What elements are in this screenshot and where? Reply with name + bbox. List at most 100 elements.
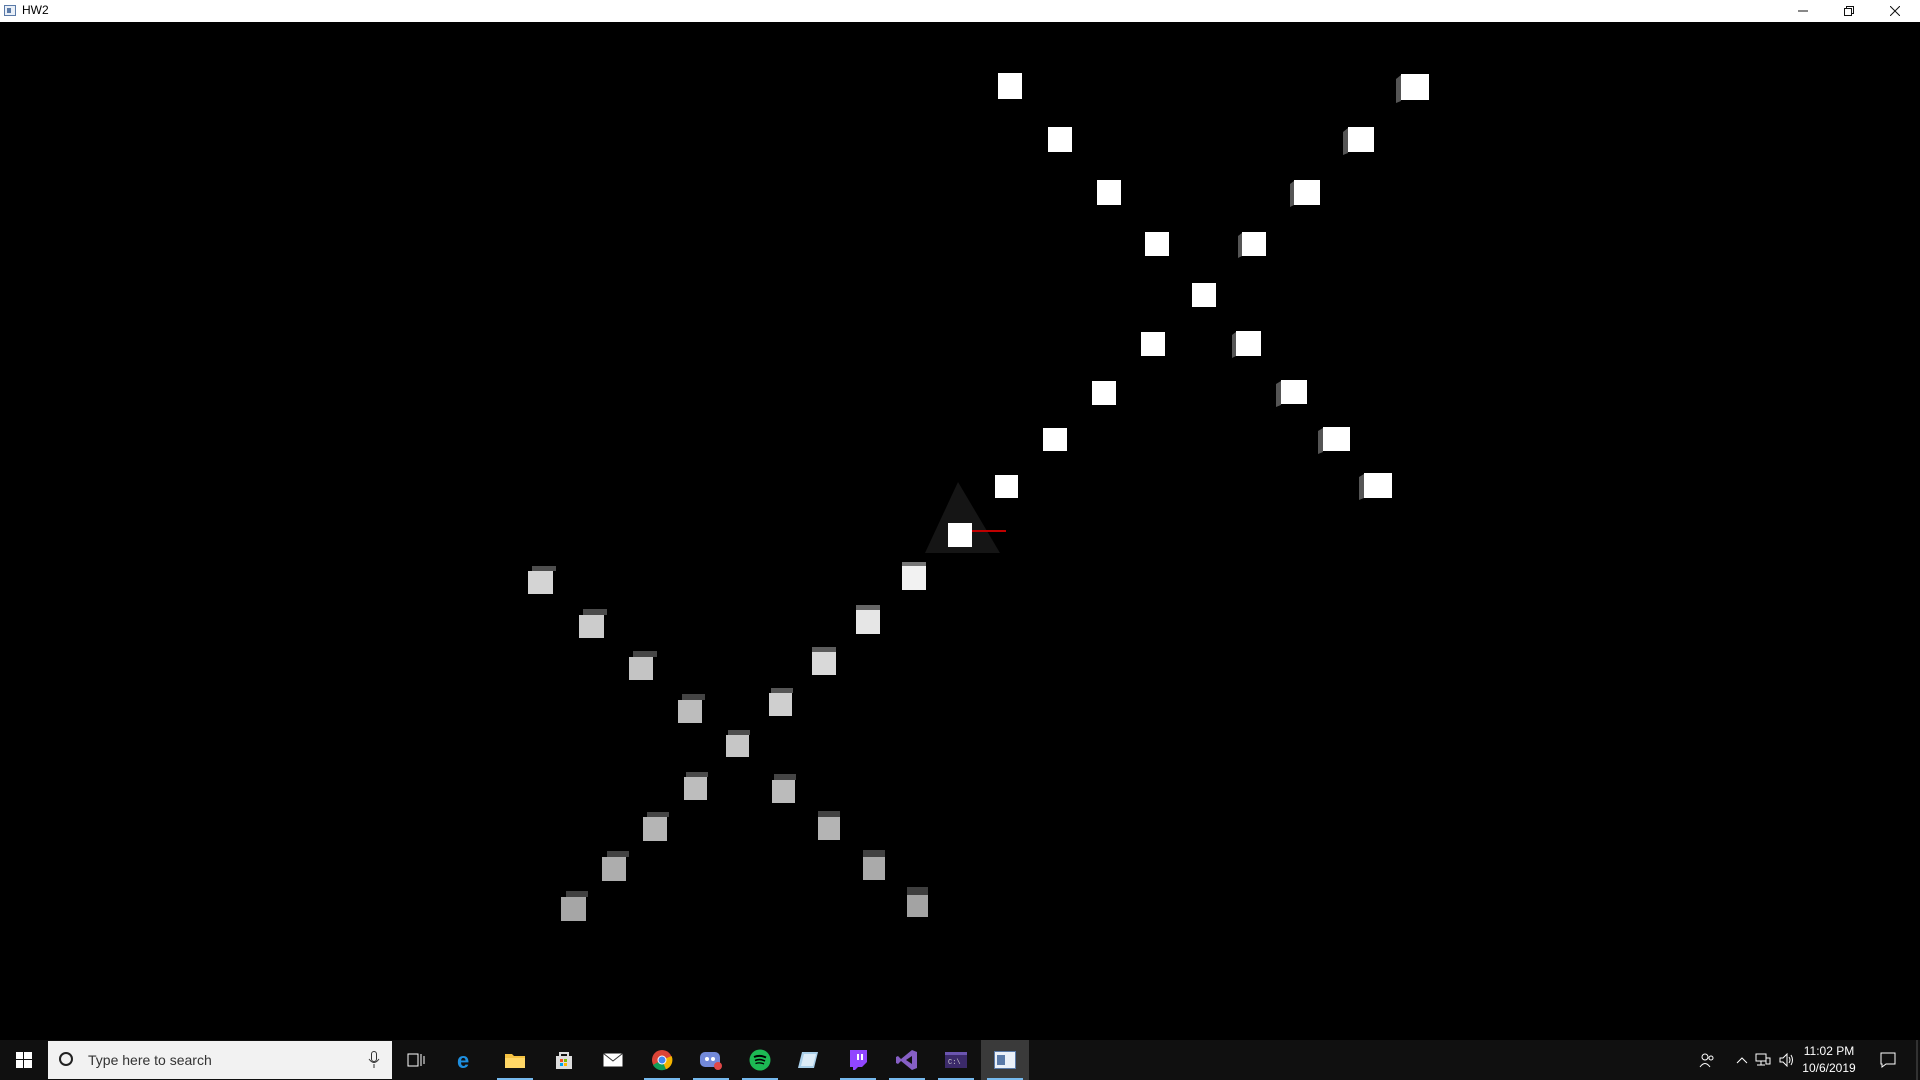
show-desktop-button[interactable] — [1914, 1040, 1920, 1080]
start-button[interactable] — [0, 1040, 48, 1080]
cube-side — [1290, 181, 1294, 207]
cube — [1323, 427, 1350, 451]
edge-icon[interactable]: e — [442, 1040, 490, 1080]
cube-side — [1396, 75, 1401, 103]
cube — [566, 891, 588, 897]
store-icon[interactable] — [540, 1040, 588, 1080]
cube — [528, 571, 553, 594]
restore-icon — [1844, 6, 1854, 16]
spotify-icon[interactable] — [736, 1040, 784, 1080]
cube — [607, 851, 629, 857]
scene-canvas — [528, 73, 1429, 921]
system-clock[interactable]: 11:02 PM 10/6/2019 — [1794, 1043, 1864, 1077]
chrome-icon[interactable] — [638, 1040, 686, 1080]
search-placeholder: Type here to search — [88, 1052, 212, 1068]
cube — [647, 812, 669, 817]
cube — [1294, 180, 1320, 205]
action-center-icon[interactable] — [1874, 1040, 1902, 1080]
cube — [1145, 232, 1169, 256]
taskbar: Type here to search e C:\ 11:02 PM 10/6/… — [0, 1040, 1920, 1080]
cube — [579, 615, 604, 638]
svg-text:C:\: C:\ — [948, 1059, 961, 1067]
cube — [818, 817, 840, 840]
cube — [1092, 381, 1116, 405]
cube — [771, 688, 793, 693]
cube — [812, 652, 836, 675]
window-title-bar: HW2 — [0, 0, 1920, 22]
cube — [602, 857, 626, 881]
cube — [1097, 180, 1121, 205]
cube — [1281, 380, 1307, 404]
chevron-up-icon[interactable] — [1734, 1040, 1750, 1080]
cube — [561, 897, 586, 921]
cube — [643, 817, 667, 841]
cube — [856, 610, 880, 634]
cube-side — [1232, 332, 1236, 358]
close-icon — [1890, 6, 1900, 16]
cube — [769, 693, 792, 716]
cube — [532, 566, 556, 571]
cube — [907, 895, 928, 917]
render-viewport[interactable] — [0, 22, 1920, 1040]
minimize-icon — [1798, 10, 1808, 12]
cube — [856, 605, 880, 610]
cube-side — [1318, 428, 1323, 454]
cube-side — [1343, 128, 1348, 155]
cube — [583, 609, 607, 615]
cube — [863, 857, 885, 880]
file-explorer-icon[interactable] — [491, 1040, 539, 1080]
cube — [1401, 74, 1429, 100]
svg-text:e: e — [457, 1049, 469, 1071]
cube — [678, 700, 702, 723]
network-icon[interactable] — [1754, 1040, 1772, 1080]
sticky-app-icon[interactable] — [785, 1040, 833, 1080]
cube — [995, 475, 1018, 498]
cube-side — [1359, 474, 1364, 500]
cube — [633, 651, 657, 657]
cube — [863, 850, 885, 857]
upper-cube-group — [995, 73, 1429, 500]
cube — [1141, 332, 1165, 356]
player-cube — [948, 523, 972, 547]
close-button[interactable] — [1872, 0, 1918, 22]
player-marker — [925, 482, 1006, 553]
cube — [1043, 428, 1067, 451]
cube — [1192, 283, 1216, 307]
cube — [728, 730, 750, 735]
visual-studio-icon[interactable] — [883, 1040, 931, 1080]
app-window-icon — [4, 5, 16, 16]
people-icon[interactable] — [1694, 1040, 1720, 1080]
restore-button[interactable] — [1826, 0, 1872, 22]
cube — [998, 73, 1022, 99]
cube — [684, 777, 707, 800]
microphone-icon[interactable] — [368, 1051, 380, 1069]
cube — [1348, 127, 1374, 152]
cube — [818, 811, 840, 817]
console-icon[interactable]: C:\ — [932, 1040, 980, 1080]
twitch-icon[interactable] — [834, 1040, 882, 1080]
cortana-icon — [59, 1052, 73, 1066]
lower-cube-group — [528, 562, 928, 921]
taskbar-search-box[interactable]: Type here to search — [48, 1041, 392, 1079]
cube — [1236, 331, 1261, 356]
hw2-app-icon[interactable] — [981, 1040, 1029, 1080]
cube — [1364, 473, 1392, 498]
discord-icon[interactable] — [687, 1040, 735, 1080]
cube — [686, 772, 708, 777]
cube-side — [1238, 233, 1242, 258]
mail-icon[interactable] — [589, 1040, 637, 1080]
cube — [1048, 127, 1072, 152]
cube — [629, 657, 653, 680]
cube — [726, 735, 749, 757]
windows-logo-icon — [16, 1052, 32, 1068]
task-view-icon[interactable] — [392, 1040, 440, 1080]
clock-time: 11:02 PM — [1803, 1044, 1855, 1058]
cube-side — [1276, 381, 1281, 407]
cube — [902, 566, 926, 590]
clock-date: 10/6/2019 — [1802, 1061, 1856, 1075]
cube — [902, 562, 926, 566]
cube — [1242, 232, 1266, 256]
minimize-button[interactable] — [1780, 0, 1826, 22]
cube — [772, 780, 795, 803]
cube — [774, 774, 796, 780]
